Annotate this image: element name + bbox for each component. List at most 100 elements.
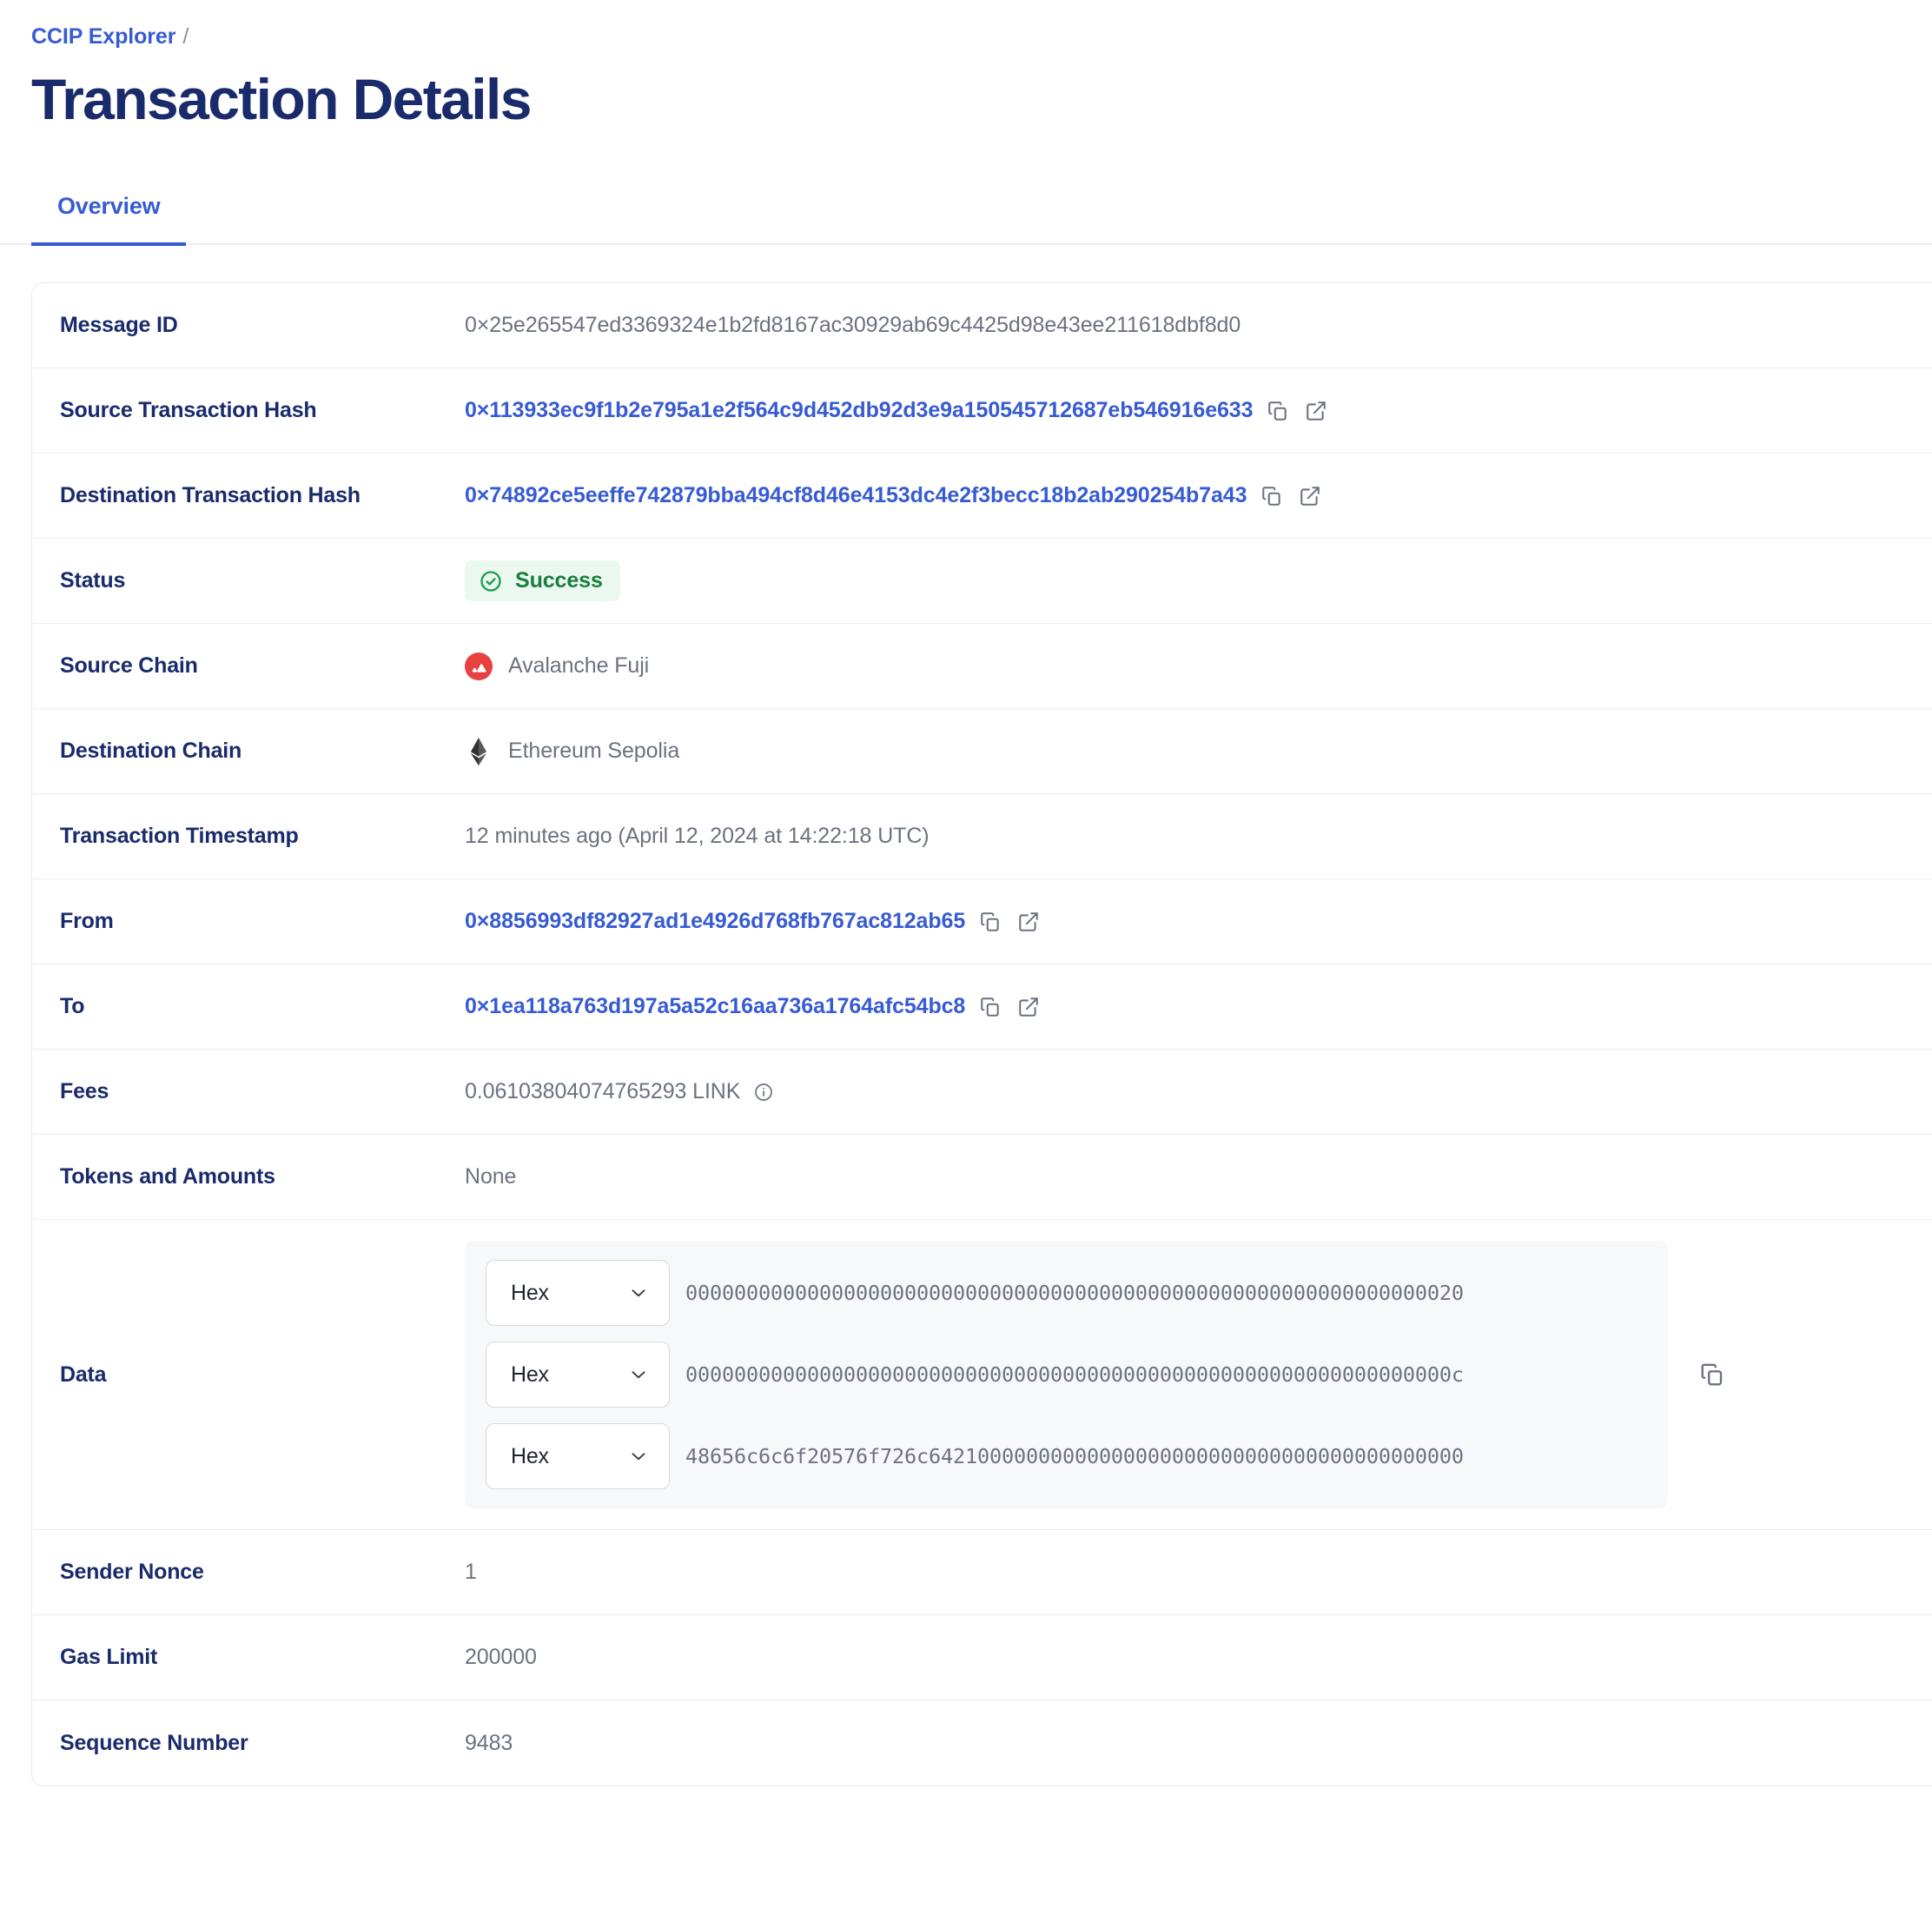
data-hex-line-2: 0000000000000000000000000000000000000000… (685, 1362, 1464, 1388)
table-row-fees: Fees 0.06103804074765293 LINK (32, 1050, 1932, 1136)
row-label-source-chain: Source Chain (60, 653, 198, 679)
destination-transaction-hash-link[interactable]: 0×74892ce5eeffe742879bba494cf8d46e4153dc… (465, 483, 1247, 508)
row-value-transaction-timestamp: 12 minutes ago (April 12, 2024 at 14:22:… (465, 824, 1932, 849)
copy-icon[interactable] (977, 909, 1003, 935)
destination-chain-cell: Ethereum Sepolia (465, 737, 680, 765)
row-label-data: Data (60, 1362, 107, 1387)
table-row-tokens-and-amounts: Tokens and Amounts None (32, 1135, 1932, 1221)
row-value-sequence-number: 9483 (465, 1731, 1932, 1756)
sequence-number-value: 9483 (465, 1730, 513, 1755)
external-link-icon[interactable] (1297, 483, 1323, 509)
row-value-destination-chain: Ethereum Sepolia (465, 737, 1932, 765)
tab-bar: Overview (0, 193, 1932, 247)
copy-icon[interactable] (977, 994, 1003, 1020)
row-value-gas-limit: 200000 (465, 1645, 1932, 1670)
breadcrumb-link-ccip-explorer[interactable]: CCIP Explorer (31, 24, 175, 50)
row-label-tokens-and-amounts: Tokens and Amounts (60, 1164, 275, 1189)
status-badge: Success (465, 560, 620, 602)
external-link-icon[interactable] (1016, 909, 1042, 935)
table-row-gas-limit: Gas Limit 200000 (32, 1615, 1932, 1701)
data-copy-button[interactable] (1699, 1362, 1725, 1388)
copy-icon[interactable] (1259, 483, 1285, 509)
table-row-from: From 0×8856993df82927ad1e4926d768fb767ac… (32, 879, 1932, 965)
table-row-data: Data Hex 0000000000000000000000000000000… (32, 1220, 1932, 1531)
table-row-source-transaction-hash: Source Transaction Hash 0×113933ec9f1b2e… (32, 368, 1932, 454)
data-panel: Hex 000000000000000000000000000000000000… (465, 1241, 1668, 1509)
row-label-fees: Fees (60, 1079, 109, 1104)
avalanche-icon (465, 652, 493, 680)
row-label-transaction-timestamp: Transaction Timestamp (60, 824, 299, 849)
row-value-data: Hex 000000000000000000000000000000000000… (465, 1220, 1932, 1529)
info-icon[interactable] (752, 1081, 775, 1103)
data-line: Hex 000000000000000000000000000000000000… (486, 1342, 1647, 1408)
row-value-sender-nonce: 1 (465, 1560, 1932, 1585)
destination-chain-label: Ethereum Sepolia (508, 739, 680, 764)
data-hex-line-3: 48656c6c6f20576f726c64210000000000000000… (685, 1444, 1464, 1469)
transaction-details-table: Message ID 0×25e265547ed3369324e1b2fd816… (31, 282, 1932, 1787)
to-address-link[interactable]: 0×1ea118a763d197a5a52c16aa736a1764afc54b… (465, 994, 965, 1019)
from-address-link[interactable]: 0×8856993df82927ad1e4926d768fb767ac812ab… (465, 909, 965, 934)
tab-overview[interactable]: Overview (31, 193, 187, 247)
row-label-from: From (60, 909, 114, 934)
row-label-destination-transaction-hash: Destination Transaction Hash (60, 483, 361, 508)
table-row-message-id: Message ID 0×25e265547ed3369324e1b2fd816… (32, 283, 1932, 369)
check-circle-icon (479, 569, 503, 593)
row-label-sender-nonce: Sender Nonce (60, 1560, 204, 1585)
breadcrumb-separator: / (182, 24, 189, 49)
breadcrumb: CCIP Explorer / (0, 0, 1932, 50)
encoding-select-1[interactable]: Hex (486, 1260, 670, 1327)
row-value-fees: 0.06103804074765293 LINK (465, 1079, 1932, 1104)
row-label-message-id: Message ID (60, 313, 178, 338)
table-row-destination-transaction-hash: Destination Transaction Hash 0×74892ce5e… (32, 454, 1932, 540)
encoding-select-label: Hex (511, 1280, 549, 1305)
row-value-message-id: 0×25e265547ed3369324e1b2fd8167ac30929ab6… (465, 313, 1932, 338)
encoding-select-label: Hex (511, 1443, 549, 1468)
row-value-status: Success (465, 560, 1932, 602)
tokens-and-amounts-value: None (465, 1164, 517, 1189)
data-hex-line-1: 0000000000000000000000000000000000000000… (685, 1281, 1464, 1306)
source-chain-label: Avalanche Fuji (508, 653, 650, 679)
table-row-to: To 0×1ea118a763d197a5a52c16aa736a1764afc… (32, 964, 1932, 1050)
external-link-icon[interactable] (1303, 398, 1329, 424)
ethereum-icon (465, 737, 493, 765)
row-label-to: To (60, 994, 85, 1019)
source-chain-cell: Avalanche Fuji (465, 652, 650, 680)
row-value-to: 0×1ea118a763d197a5a52c16aa736a1764afc54b… (465, 994, 1932, 1020)
table-row-sender-nonce: Sender Nonce 1 (32, 1530, 1932, 1616)
row-value-source-chain: Avalanche Fuji (465, 652, 1932, 680)
row-label-source-transaction-hash: Source Transaction Hash (60, 398, 317, 423)
table-row-destination-chain: Destination Chain Ethereum Sepolia (32, 709, 1932, 795)
source-transaction-hash-link[interactable]: 0×113933ec9f1b2e795a1e2f564c9d452db92d3e… (465, 398, 1254, 423)
chevron-down-icon (627, 1445, 650, 1468)
row-value-source-transaction-hash: 0×113933ec9f1b2e795a1e2f564c9d452db92d3e… (465, 398, 1932, 424)
external-link-icon[interactable] (1016, 994, 1042, 1020)
row-label-destination-chain: Destination Chain (60, 739, 242, 764)
row-label-sequence-number: Sequence Number (60, 1730, 248, 1755)
chevron-down-icon (627, 1282, 650, 1304)
page-title: Transaction Details (31, 67, 532, 131)
transaction-details-page: CCIP Explorer / Transaction Details Over… (0, 0, 1932, 1915)
row-label-status: Status (60, 568, 126, 593)
table-row-source-chain: Source Chain Avalanche Fuji (32, 624, 1932, 710)
copy-icon[interactable] (1265, 398, 1291, 424)
data-line: Hex 48656c6c6f20576f726c6421000000000000… (486, 1423, 1647, 1490)
data-line: Hex 000000000000000000000000000000000000… (486, 1260, 1647, 1327)
encoding-select-label: Hex (511, 1362, 549, 1387)
encoding-select-2[interactable]: Hex (486, 1342, 670, 1408)
row-value-tokens-and-amounts: None (465, 1164, 1932, 1189)
transaction-timestamp-value: 12 minutes ago (April 12, 2024 at 14:22:… (465, 824, 930, 849)
gas-limit-value: 200000 (465, 1645, 537, 1670)
encoding-select-3[interactable]: Hex (486, 1423, 670, 1490)
table-row-status: Status Success (32, 539, 1932, 625)
chevron-down-icon (627, 1363, 650, 1386)
message-id-value: 0×25e265547ed3369324e1b2fd8167ac30929ab6… (465, 313, 1241, 338)
status-badge-label: Success (515, 568, 603, 593)
table-row-transaction-timestamp: Transaction Timestamp 12 minutes ago (Ap… (32, 794, 1932, 880)
row-value-from: 0×8856993df82927ad1e4926d768fb767ac812ab… (465, 909, 1932, 935)
copy-icon[interactable] (1699, 1362, 1725, 1388)
row-value-destination-transaction-hash: 0×74892ce5eeffe742879bba494cf8d46e4153dc… (465, 483, 1932, 509)
row-label-gas-limit: Gas Limit (60, 1645, 158, 1670)
fees-value: 0.06103804074765293 LINK (465, 1079, 741, 1104)
table-row-sequence-number: Sequence Number 9483 (32, 1700, 1932, 1786)
sender-nonce-value: 1 (465, 1560, 477, 1585)
